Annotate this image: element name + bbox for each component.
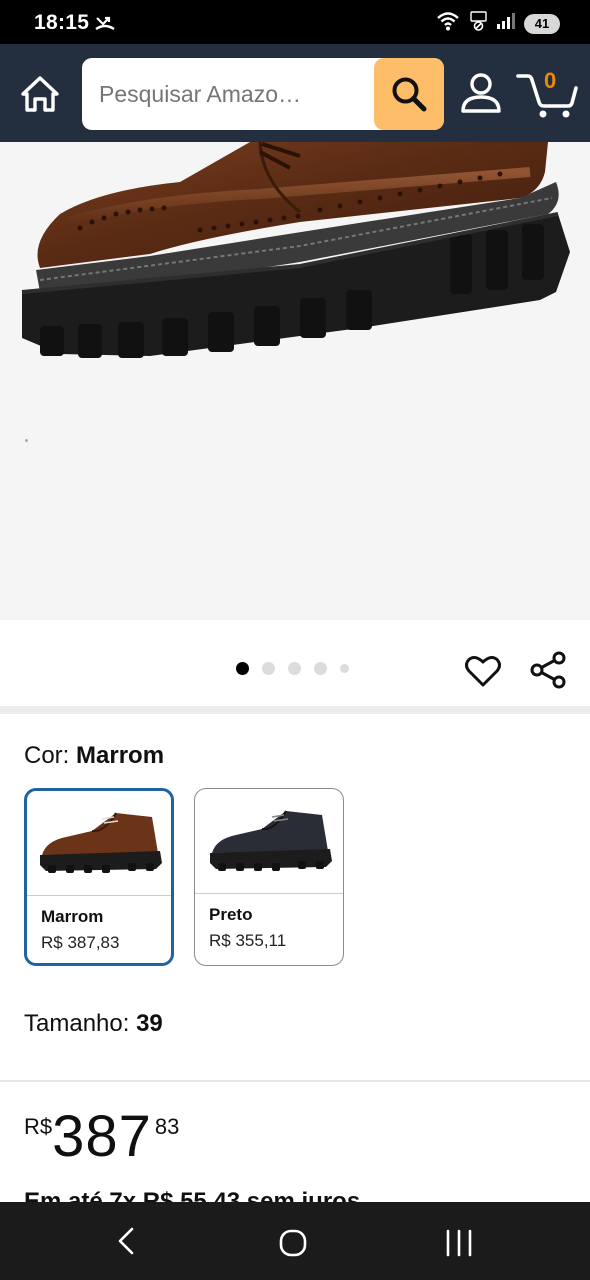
swatch-name: Preto	[209, 905, 253, 924]
search-button[interactable]	[374, 58, 444, 130]
back-icon	[118, 1227, 134, 1255]
price-whole: 387	[52, 1104, 152, 1169]
pagination-dot[interactable]	[340, 664, 349, 673]
swatch-thumbnail	[195, 789, 343, 893]
account-button[interactable]	[458, 70, 504, 116]
swatch-divider	[27, 895, 171, 896]
swatch-thumbnail	[27, 791, 171, 895]
recent-apps-button[interactable]	[442, 1228, 476, 1258]
color-label: Cor:	[24, 742, 77, 769]
cart-count: 0	[544, 68, 557, 93]
divider	[0, 1080, 590, 1082]
home-button[interactable]	[18, 72, 62, 116]
app-header: 0	[0, 44, 590, 142]
cart-button[interactable]: 0	[516, 66, 578, 120]
back-button[interactable]	[112, 1226, 142, 1256]
recent-apps-icon	[446, 1229, 472, 1257]
swatch-price: R$ 387,83	[41, 933, 120, 952]
shoe-image	[21, 142, 570, 358]
color-option-marrom[interactable]: Marrom R$ 387,83	[24, 788, 174, 966]
color-value: Marrom	[76, 742, 165, 769]
signal-icon	[496, 11, 516, 36]
share-icon	[530, 651, 566, 689]
system-home-button[interactable]	[278, 1228, 308, 1258]
search-box	[82, 58, 444, 130]
pagination-dot[interactable]	[236, 662, 249, 675]
status-bar: 18:15 41	[0, 0, 590, 44]
swatch-name: Marrom	[41, 907, 104, 926]
system-nav-bar	[0, 1202, 590, 1280]
home-circle-icon	[279, 1229, 307, 1257]
status-time: 18:15	[34, 11, 90, 34]
size-selector[interactable]: Tamanho: 39	[24, 1010, 163, 1038]
price-symbol: R$	[24, 1114, 53, 1139]
section-divider	[0, 706, 590, 714]
pagination-dot[interactable]	[314, 662, 327, 675]
pagination-dot[interactable]	[288, 662, 301, 675]
image-controls	[0, 620, 590, 706]
search-input[interactable]	[82, 58, 372, 130]
pagination-dot[interactable]	[262, 662, 275, 675]
swatch-price: R$ 355,11	[209, 931, 287, 950]
swatch-divider	[195, 893, 343, 894]
black-shoe-thumbnail	[210, 810, 332, 871]
product-image[interactable]	[0, 142, 590, 620]
heart-icon	[465, 656, 501, 687]
color-option-preto[interactable]: Preto R$ 355,11	[194, 788, 344, 966]
network-5g-icon	[470, 10, 488, 37]
wifi-icon	[436, 10, 462, 37]
missed-call-icon	[94, 11, 116, 38]
brown-shoe-thumbnail	[40, 812, 162, 873]
home-icon	[21, 76, 59, 112]
share-button[interactable]	[528, 650, 568, 690]
product-price: R$ 387 83	[24, 1106, 179, 1168]
user-icon	[461, 73, 501, 113]
battery-indicator: 41	[524, 13, 560, 34]
wishlist-button[interactable]	[464, 652, 502, 690]
price-cents: 83	[154, 1114, 180, 1139]
image-pagination	[236, 662, 349, 675]
search-icon	[392, 77, 427, 112]
color-selector-label: Cor: Marrom	[24, 742, 164, 770]
size-value: 39	[136, 1010, 163, 1037]
image-speck	[25, 439, 28, 442]
size-label: Tamanho:	[24, 1010, 137, 1037]
